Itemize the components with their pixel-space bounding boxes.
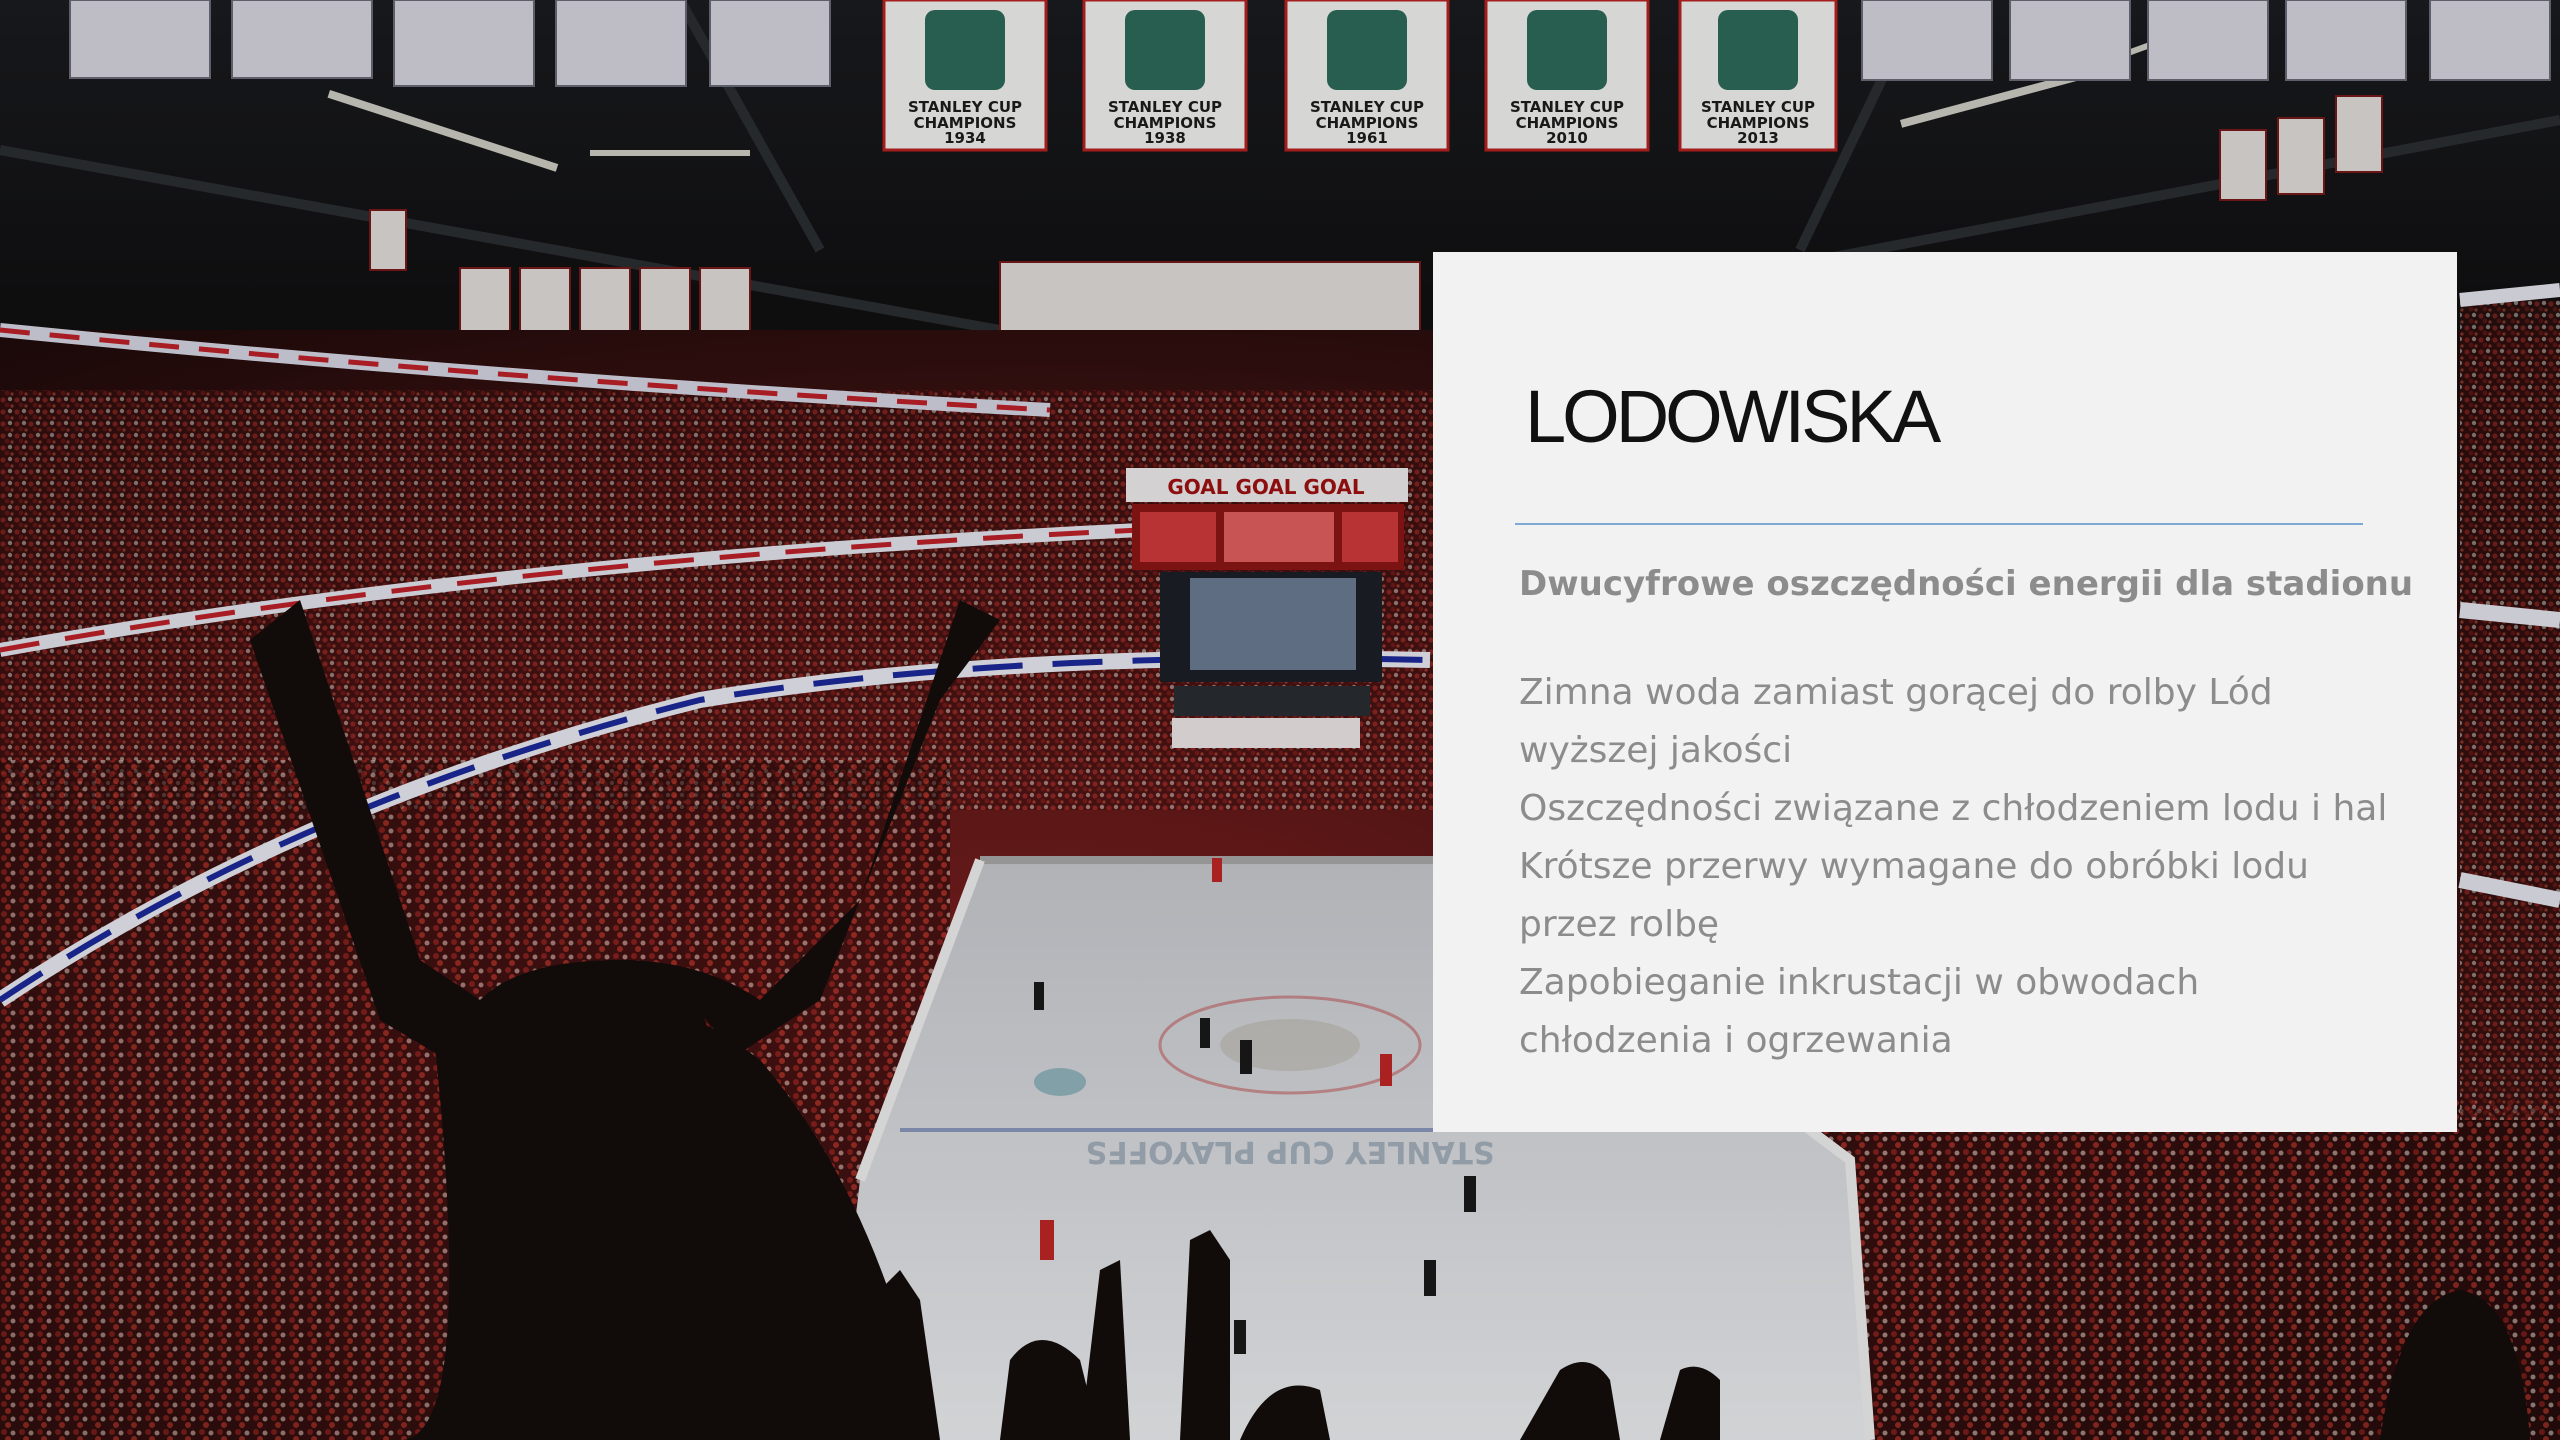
- slide: STANLEY CUP CHAMPIONS 1934 STANLEY CUP C…: [0, 0, 2560, 1440]
- bullet-item: Zimna woda zamiast gorącej do rolby Lód …: [1519, 672, 2273, 771]
- bullet-item: Zapobieganie inkrustacji w obwodach chło…: [1519, 962, 2200, 1061]
- bullet-item: Oszczędności związane z chłodzeniem lodu…: [1519, 788, 2388, 829]
- content-card: LODOWISKA Dwucyfrowe oszczędności energi…: [1433, 252, 2457, 1132]
- bullet-item: Krótsze przerwy wymagane do obróbki lodu…: [1519, 846, 2309, 945]
- bullet-list: Zimna woda zamiast gorącej do rolby Lód …: [1519, 664, 2399, 1070]
- slide-title: LODOWISKA: [1525, 375, 1941, 458]
- slide-subtitle: Dwucyfrowe oszczędności energii dla stad…: [1519, 564, 2414, 604]
- title-divider: [1515, 523, 2363, 525]
